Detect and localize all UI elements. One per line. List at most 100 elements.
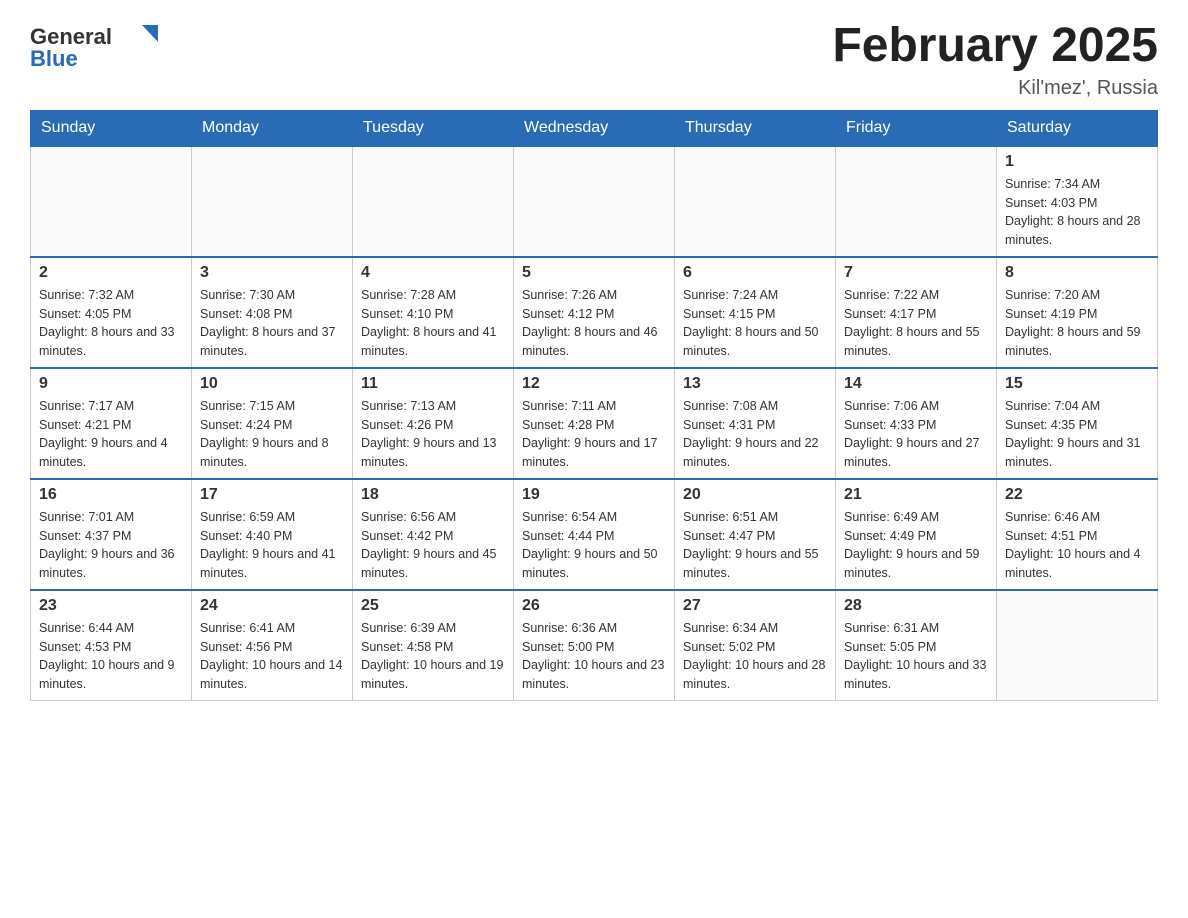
calendar-cell: 7Sunrise: 7:22 AM Sunset: 4:17 PM Daylig… (836, 257, 997, 368)
day-number: 5 (522, 264, 666, 282)
day-number: 17 (200, 486, 344, 504)
day-number: 20 (683, 486, 827, 504)
calendar-cell (31, 146, 192, 257)
calendar-cell: 16 Sunrise: 7:01 AM Sunset: 4:37 PM Dayli… (31, 479, 192, 590)
calendar-cell: 28 Sunrise: 6:31 AM Sunset: 5:05 PM Dayli… (836, 590, 997, 701)
weekday-thursday: Thursday (675, 110, 836, 146)
week-row-4: 16 Sunrise: 7:01 AM Sunset: 4:37 PM Dayli… (31, 479, 1158, 590)
day-number: 27 (683, 597, 827, 615)
day-info: Sunrise: 6:34 AM Sunset: 5:02 PM Dayligh… (683, 619, 827, 694)
calendar-cell: 4 Sunrise: 7:28 AM Sunset: 4:10 PM Daylig… (353, 257, 514, 368)
day-info: Sunrise: 6:41 AM Sunset: 4:56 PM Dayligh… (200, 619, 344, 694)
calendar-cell: 27 Sunrise: 6:34 AM Sunset: 5:02 PM Dayli… (675, 590, 836, 701)
calendar-cell: 17 Sunrise: 6:59 AM Sunset: 4:40 PM Dayli… (192, 479, 353, 590)
calendar-cell: 21Sunrise: 6:49 AM Sunset: 4:49 PM Dayli… (836, 479, 997, 590)
day-number: 2 (39, 264, 183, 282)
week-row-2: 2 Sunrise: 7:32 AM Sunset: 4:05 PM Daylig… (31, 257, 1158, 368)
weekday-sunday: Sunday (31, 110, 192, 146)
day-number: 23 (39, 597, 183, 615)
day-number: 15 (1005, 375, 1149, 393)
weekday-saturday: Saturday (997, 110, 1158, 146)
calendar-cell: 25 Sunrise: 6:39 AM Sunset: 4:58 PM Dayli… (353, 590, 514, 701)
day-info: Sunrise: 7:30 AM Sunset: 4:08 PM Dayligh… (200, 286, 344, 361)
day-info: Sunrise: 7:28 AM Sunset: 4:10 PM Dayligh… (361, 286, 505, 361)
calendar-cell (514, 146, 675, 257)
calendar-cell: 15Sunrise: 7:04 AM Sunset: 4:35 PM Dayli… (997, 368, 1158, 479)
day-info: Sunrise: 6:46 AM Sunset: 4:51 PM Dayligh… (1005, 508, 1149, 583)
logo-svg: General Blue (30, 20, 170, 75)
day-info: Sunrise: 7:08 AM Sunset: 4:31 PM Dayligh… (683, 397, 827, 472)
day-info: Sunrise: 7:13 AM Sunset: 4:26 PM Dayligh… (361, 397, 505, 472)
day-info: Sunrise: 7:26 AM Sunset: 4:12 PM Dayligh… (522, 286, 666, 361)
weekday-friday: Friday (836, 110, 997, 146)
calendar-cell: 13 Sunrise: 7:08 AM Sunset: 4:31 PM Dayli… (675, 368, 836, 479)
day-info: Sunrise: 7:06 AM Sunset: 4:33 PM Dayligh… (844, 397, 988, 472)
location: Kil'mez', Russia (832, 77, 1158, 100)
calendar-cell: 14 Sunrise: 7:06 AM Sunset: 4:33 PM Dayli… (836, 368, 997, 479)
day-number: 16 (39, 486, 183, 504)
calendar-cell: 11 Sunrise: 7:13 AM Sunset: 4:26 PM Dayli… (353, 368, 514, 479)
day-info: Sunrise: 7:17 AM Sunset: 4:21 PM Dayligh… (39, 397, 183, 472)
day-info: Sunrise: 6:44 AM Sunset: 4:53 PM Dayligh… (39, 619, 183, 694)
logo: General Blue (30, 20, 170, 75)
day-info: Sunrise: 7:01 AM Sunset: 4:37 PM Dayligh… (39, 508, 183, 583)
day-number: 19 (522, 486, 666, 504)
day-number: 10 (200, 375, 344, 393)
day-number: 21 (844, 486, 988, 504)
weekday-wednesday: Wednesday (514, 110, 675, 146)
day-info: Sunrise: 7:32 AM Sunset: 4:05 PM Dayligh… (39, 286, 183, 361)
day-number: 13 (683, 375, 827, 393)
day-info: Sunrise: 7:22 AM Sunset: 4:17 PM Dayligh… (844, 286, 988, 361)
calendar-cell: 23 Sunrise: 6:44 AM Sunset: 4:53 PM Dayli… (31, 590, 192, 701)
day-info: Sunrise: 6:56 AM Sunset: 4:42 PM Dayligh… (361, 508, 505, 583)
calendar-cell: 1 Sunrise: 7:34 AM Sunset: 4:03 PM Daylig… (997, 146, 1158, 257)
calendar-cell: 2 Sunrise: 7:32 AM Sunset: 4:05 PM Daylig… (31, 257, 192, 368)
day-number: 4 (361, 264, 505, 282)
calendar-cell: 3 Sunrise: 7:30 AM Sunset: 4:08 PM Daylig… (192, 257, 353, 368)
day-info: Sunrise: 7:11 AM Sunset: 4:28 PM Dayligh… (522, 397, 666, 472)
day-number: 9 (39, 375, 183, 393)
day-info: Sunrise: 7:15 AM Sunset: 4:24 PM Dayligh… (200, 397, 344, 472)
week-row-5: 23 Sunrise: 6:44 AM Sunset: 4:53 PM Dayli… (31, 590, 1158, 701)
calendar-cell: 26 Sunrise: 6:36 AM Sunset: 5:00 PM Dayli… (514, 590, 675, 701)
calendar-cell: 8Sunrise: 7:20 AM Sunset: 4:19 PM Daylig… (997, 257, 1158, 368)
calendar-cell: 18 Sunrise: 6:56 AM Sunset: 4:42 PM Dayli… (353, 479, 514, 590)
day-info: Sunrise: 7:34 AM Sunset: 4:03 PM Dayligh… (1005, 175, 1149, 250)
day-number: 28 (844, 597, 988, 615)
week-row-1: 1 Sunrise: 7:34 AM Sunset: 4:03 PM Daylig… (31, 146, 1158, 257)
day-info: Sunrise: 6:39 AM Sunset: 4:58 PM Dayligh… (361, 619, 505, 694)
day-info: Sunrise: 6:31 AM Sunset: 5:05 PM Dayligh… (844, 619, 988, 694)
day-number: 12 (522, 375, 666, 393)
calendar-cell: 19 Sunrise: 6:54 AM Sunset: 4:44 PM Dayli… (514, 479, 675, 590)
day-number: 11 (361, 375, 505, 393)
calendar-cell (997, 590, 1158, 701)
day-number: 24 (200, 597, 344, 615)
calendar-cell (836, 146, 997, 257)
day-number: 25 (361, 597, 505, 615)
calendar-cell (675, 146, 836, 257)
day-info: Sunrise: 6:51 AM Sunset: 4:47 PM Dayligh… (683, 508, 827, 583)
calendar-cell: 22 Sunrise: 6:46 AM Sunset: 4:51 PM Dayli… (997, 479, 1158, 590)
day-info: Sunrise: 7:20 AM Sunset: 4:19 PM Dayligh… (1005, 286, 1149, 361)
calendar-cell: 10 Sunrise: 7:15 AM Sunset: 4:24 PM Dayli… (192, 368, 353, 479)
day-info: Sunrise: 6:54 AM Sunset: 4:44 PM Dayligh… (522, 508, 666, 583)
calendar-cell: 20 Sunrise: 6:51 AM Sunset: 4:47 PM Dayli… (675, 479, 836, 590)
day-number: 18 (361, 486, 505, 504)
calendar-cell: 6 Sunrise: 7:24 AM Sunset: 4:15 PM Daylig… (675, 257, 836, 368)
day-info: Sunrise: 6:36 AM Sunset: 5:00 PM Dayligh… (522, 619, 666, 694)
day-info: Sunrise: 6:59 AM Sunset: 4:40 PM Dayligh… (200, 508, 344, 583)
calendar-cell (192, 146, 353, 257)
calendar-cell: 12 Sunrise: 7:11 AM Sunset: 4:28 PM Dayli… (514, 368, 675, 479)
day-number: 26 (522, 597, 666, 615)
title-block: February 2025 Kil'mez', Russia (832, 20, 1158, 100)
day-number: 1 (1005, 153, 1149, 171)
month-title: February 2025 (832, 20, 1158, 73)
day-number: 6 (683, 264, 827, 282)
calendar-cell (353, 146, 514, 257)
day-number: 3 (200, 264, 344, 282)
day-number: 14 (844, 375, 988, 393)
calendar-cell: 9 Sunrise: 7:17 AM Sunset: 4:21 PM Daylig… (31, 368, 192, 479)
day-number: 22 (1005, 486, 1149, 504)
weekday-tuesday: Tuesday (353, 110, 514, 146)
day-info: Sunrise: 7:24 AM Sunset: 4:15 PM Dayligh… (683, 286, 827, 361)
